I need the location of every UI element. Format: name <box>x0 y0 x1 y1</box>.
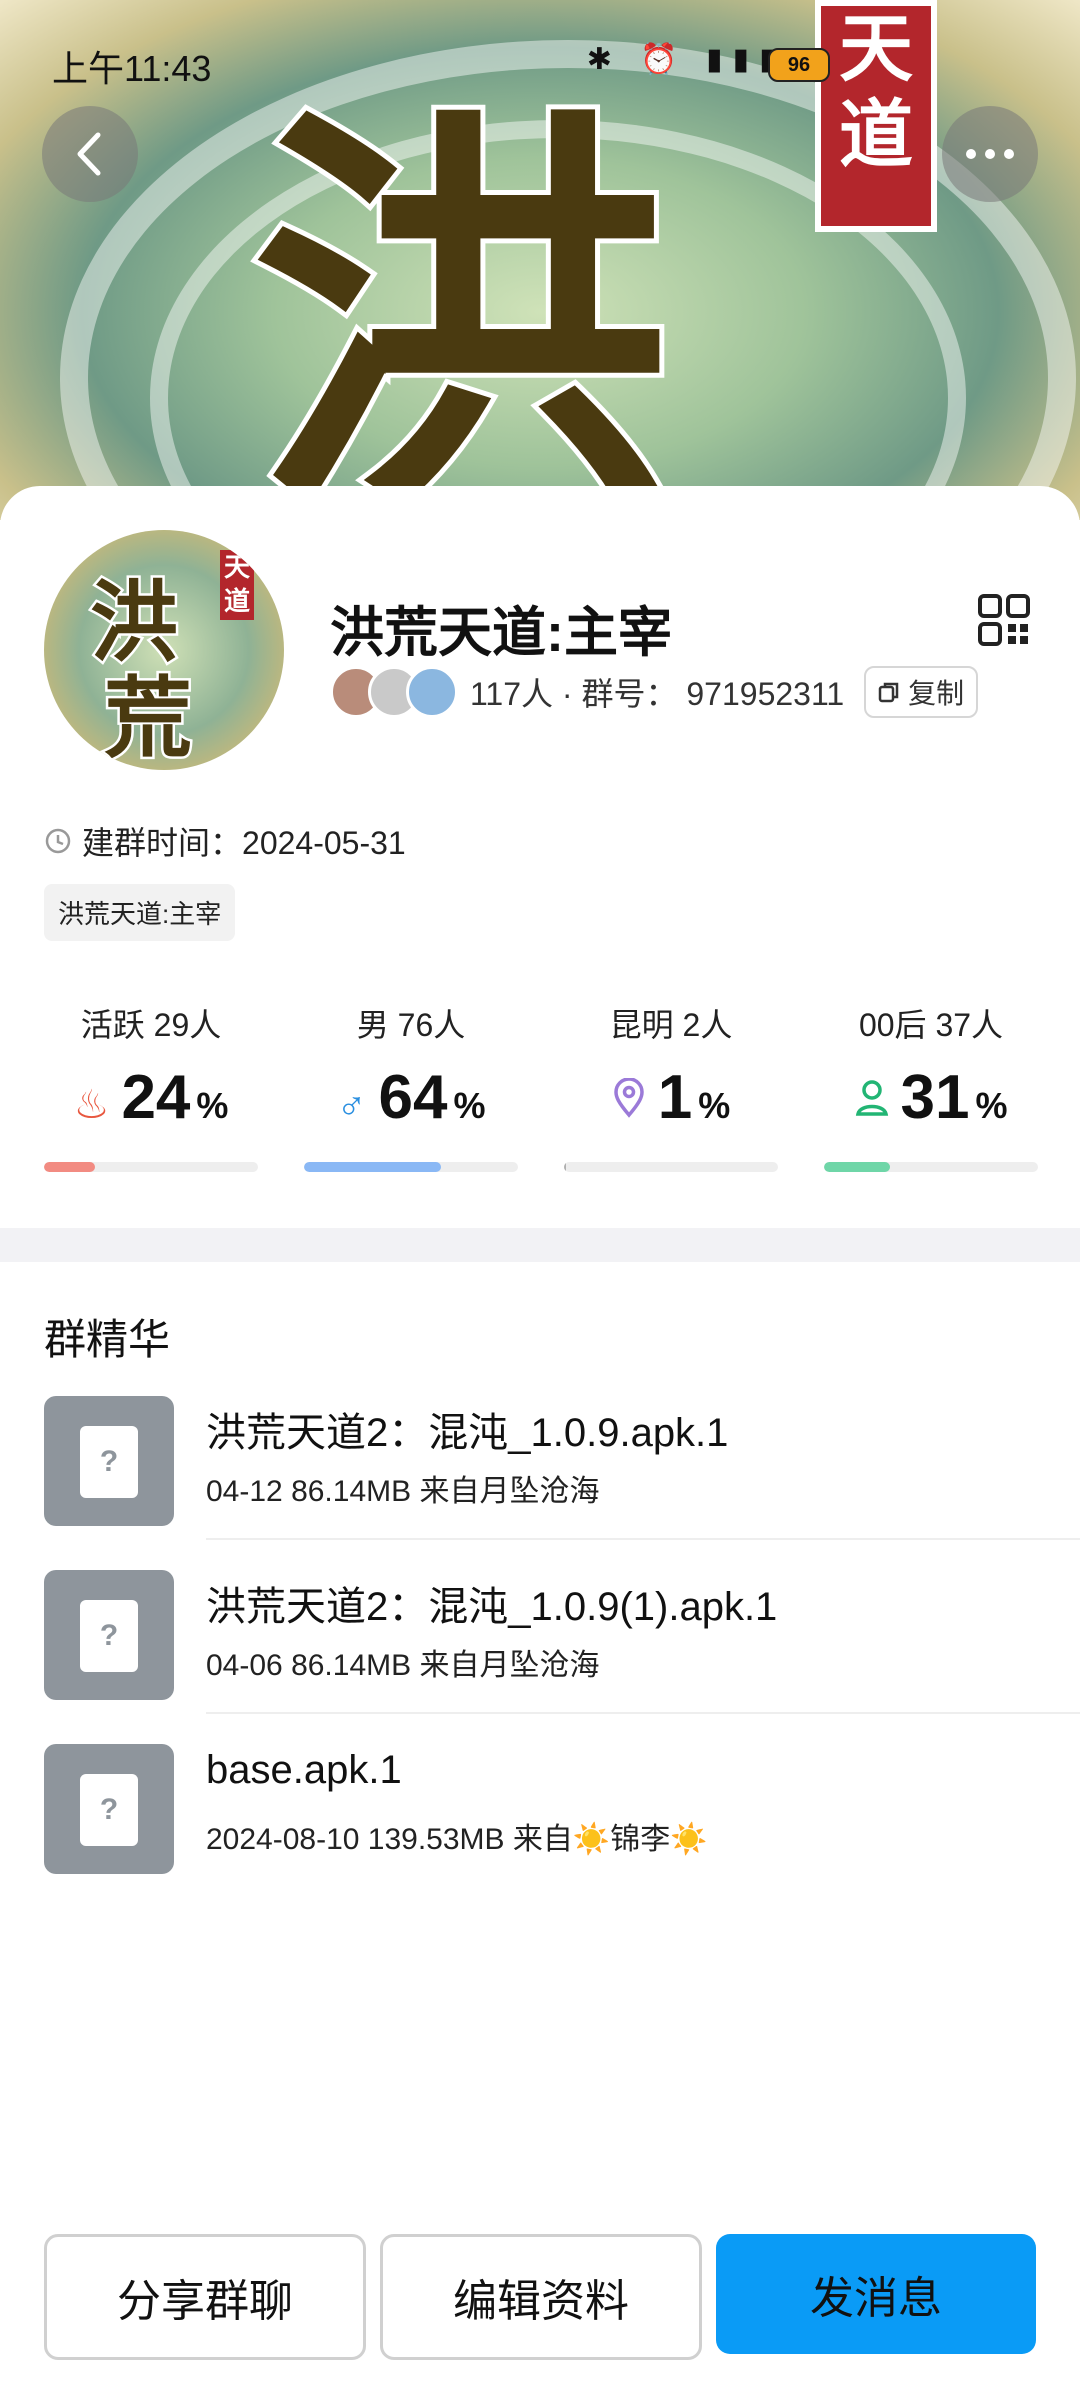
battery-indicator: 96 <box>768 48 830 82</box>
essence-title: 群精华 <box>44 1316 171 1363</box>
member-row[interactable]: 117人 · 群号： 971952311 复制 <box>330 665 979 719</box>
unknown-file-icon: ? <box>80 1774 138 1846</box>
stat-location[interactable]: 昆明 2人 1 % <box>564 1000 778 1180</box>
file-thumb: ? <box>44 1396 174 1526</box>
share-group-button[interactable]: 分享群聊 <box>44 2234 366 2360</box>
back-button[interactable] <box>42 106 138 202</box>
file-name: base.apk.1 <box>206 1748 402 1792</box>
section-divider <box>0 1228 1080 1262</box>
unknown-file-icon: ? <box>80 1426 138 1498</box>
stat-bar <box>304 1162 441 1172</box>
stat-bar <box>564 1162 567 1172</box>
person-icon <box>855 1080 888 1116</box>
clock-icon <box>45 828 71 854</box>
file-item[interactable]: ? 洪荒天道2：混沌_1.0.9.apk.1 04-12 86.14MB 来自月… <box>44 1396 1080 1540</box>
unknown-file-icon: ? <box>80 1600 138 1672</box>
copy-group-id-button[interactable]: 复制 <box>864 666 979 718</box>
file-separator <box>206 1538 1080 1540</box>
male-icon: ♂ <box>336 1083 367 1127</box>
group-tag[interactable]: 洪荒天道:主宰 <box>44 884 236 941</box>
file-name: 洪荒天道2：混沌_1.0.9(1).apk.1 <box>206 1585 778 1629</box>
chevron-left-icon <box>77 132 101 176</box>
stat-male[interactable]: 男 76人 ♂ 64 % <box>304 1000 518 1180</box>
file-separator <box>206 1712 1080 1714</box>
edit-profile-button[interactable]: 编辑资料 <box>380 2234 702 2360</box>
send-message-button[interactable]: 发消息 <box>716 2234 1036 2354</box>
file-meta: 2024-08-10 139.53MB 来自☀️锦李☀️ <box>206 1823 708 1856</box>
qr-code-icon[interactable] <box>978 594 1030 646</box>
copy-icon <box>878 682 899 703</box>
alarm-icon: ⏰ <box>640 43 688 76</box>
stat-bar <box>44 1162 96 1172</box>
group-name: 洪荒天道:主宰 <box>330 603 672 663</box>
more-dots-icon <box>966 149 1014 159</box>
flame-icon: ♨ <box>73 1083 110 1127</box>
file-name: 洪荒天道2：混沌_1.0.9.apk.1 <box>206 1411 729 1455</box>
file-thumb: ? <box>44 1744 174 1874</box>
stat-age[interactable]: 00后 37人 31 % <box>824 1000 1038 1180</box>
more-button[interactable] <box>942 106 1038 202</box>
group-avatar[interactable]: 洪 荒 天道 <box>44 530 284 770</box>
status-time: 上午11:43 <box>52 48 212 89</box>
member-avatar <box>406 666 458 718</box>
bluetooth-icon: ✱ <box>586 43 622 76</box>
stat-bar <box>824 1162 891 1172</box>
file-meta: 04-06 86.14MB 来自月坠沧海 <box>206 1649 600 1682</box>
file-item[interactable]: ? base.apk.1 2024-08-10 139.53MB 来自☀️锦李☀… <box>44 1744 1080 1874</box>
file-thumb: ? <box>44 1570 174 1700</box>
stat-active[interactable]: 活跃 29人 ♨ 24 % <box>44 1000 258 1180</box>
status-bar: 上午11:43 ✱ ⏰ ▮▮▮ ◠ 96 <box>0 0 1080 120</box>
created-date: 建群时间：2024-05-31 <box>44 818 406 864</box>
member-count: 117人 · 群号： 971952311 <box>470 676 845 712</box>
file-item[interactable]: ? 洪荒天道2：混沌_1.0.9(1).apk.1 04-06 86.14MB … <box>44 1570 1080 1714</box>
location-icon <box>613 1078 644 1118</box>
group-stats: 活跃 29人 ♨ 24 % 男 76人 ♂ 64 % 昆明 2人 1 % 00后… <box>44 1000 1038 1180</box>
file-meta: 04-12 86.14MB 来自月坠沧海 <box>206 1475 600 1508</box>
